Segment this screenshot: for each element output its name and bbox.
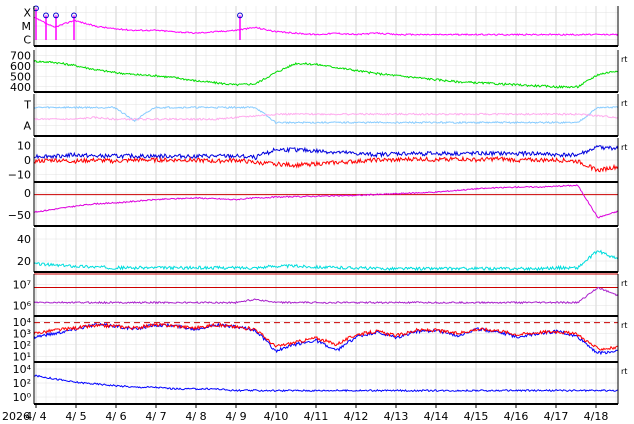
x-tick-label: 4/ 5 xyxy=(65,410,86,423)
y-tick-label: 10 xyxy=(17,139,31,152)
x-tick-label: 4/11 xyxy=(304,410,329,423)
y-tick-label: 10¹ xyxy=(13,350,31,363)
x-tick-label: 4/16 xyxy=(504,410,529,423)
y-tick-label: 20 xyxy=(17,255,31,268)
x-tick-label: 4/ 7 xyxy=(145,410,166,423)
y-tick-label: −10 xyxy=(8,169,31,182)
x-tick-label: 4/17 xyxy=(544,410,569,423)
y-tick-label: X xyxy=(23,7,31,20)
x-tick-label: 4/18 xyxy=(584,410,609,423)
y-tick-label: 10² xyxy=(13,377,31,390)
grid-layer xyxy=(34,6,618,404)
x-tick-label: 4/ 9 xyxy=(225,410,246,423)
x-tick-label: 4/ 6 xyxy=(105,410,126,423)
y-tick-label: 400 xyxy=(10,81,31,94)
y-tick-label: 10⁴ xyxy=(13,363,32,376)
y-tick-label: 10⁶ xyxy=(13,300,32,313)
x-tick-label: 4/ 8 xyxy=(185,410,206,423)
y-tick-label: 10⁷ xyxy=(13,279,31,292)
right-mark-label: rt xyxy=(621,321,627,330)
right-mark-label: rt xyxy=(621,55,627,64)
y-tick-label: 10⁰ xyxy=(13,391,32,404)
x-tick-label: 4/ 4 xyxy=(25,410,46,423)
y-tick-label: 0 xyxy=(24,154,31,167)
y-tick-label: 0 xyxy=(24,187,31,200)
y-tick-label: −50 xyxy=(8,209,31,222)
y-tick-label: C xyxy=(23,33,31,46)
space-weather-chart: XMC700600500400TA100−100−50402010⁷10⁶10⁴… xyxy=(2,5,627,423)
x-tick-label: 4/10 xyxy=(264,410,289,423)
x-tick-label: 4/14 xyxy=(424,410,449,423)
x-tick-label: 4/12 xyxy=(344,410,369,423)
y-tick-label: A xyxy=(23,120,31,133)
x-tick-label: 4/15 xyxy=(464,410,489,423)
y-tick-label: 40 xyxy=(17,233,31,246)
y-tick-label: M xyxy=(22,20,32,33)
right-mark-label: rt xyxy=(621,99,627,108)
right-mark-label: rt xyxy=(621,143,627,152)
x-tick-label: 4/13 xyxy=(384,410,409,423)
y-tick-label: T xyxy=(23,99,31,112)
right-mark-label: rt xyxy=(621,279,627,288)
right-mark-label: rt xyxy=(621,367,627,376)
